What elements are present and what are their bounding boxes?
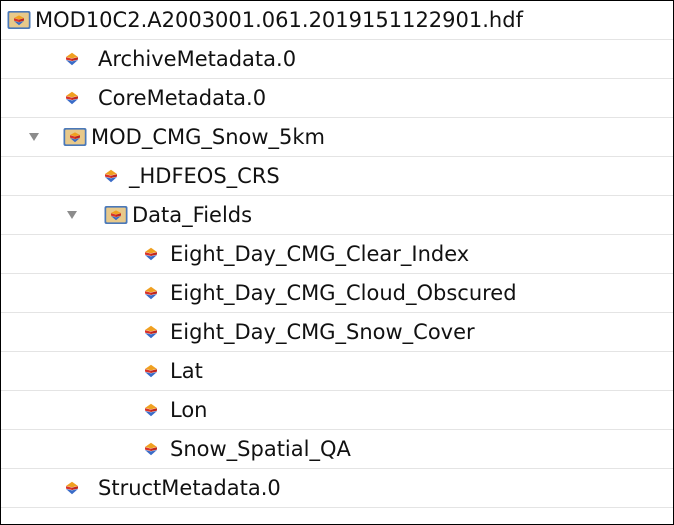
dataset-icon [144,286,158,300]
tree-row-label: Lat [170,359,203,383]
attribute-icon [65,91,79,105]
group-folder-icon [63,127,87,147]
attribute-icon [65,52,79,66]
tree-row-mod-cmg-snow-5km[interactable]: MOD_CMG_Snow_5km [1,118,673,157]
dataset-icon [144,442,158,456]
tree-row-struct-metadata[interactable]: StructMetadata.0 [1,469,673,508]
tree-row-lon[interactable]: Lon [1,391,673,430]
tree-row-data-fields[interactable]: Data_Fields [1,196,673,235]
group-folder-icon [104,205,128,225]
tree-row-hdfeos-crs[interactable]: _HDFEOS_CRS [1,157,673,196]
tree-row-label: Snow_Spatial_QA [170,437,351,461]
tree-row-root-file[interactable]: MOD10C2.A2003001.061.2019151122901.hdf [1,1,673,40]
dataset-icon [144,247,158,261]
tree-row-label: Eight_Day_CMG_Cloud_Obscured [170,281,517,305]
tree-row-label: MOD_CMG_Snow_5km [91,125,326,149]
hdf-file-group-icon [7,10,31,30]
disclosure-triangle-expanded-icon[interactable] [65,208,79,222]
tree-row-archive-metadata[interactable]: ArchiveMetadata.0 [1,40,673,79]
tree-row-snow-spatial-qa[interactable]: Snow_Spatial_QA [1,430,673,469]
tree-row-label: Eight_Day_CMG_Snow_Cover [170,320,475,344]
tree-row-label: ArchiveMetadata.0 [98,47,297,71]
tree-row-core-metadata[interactable]: CoreMetadata.0 [1,79,673,118]
dataset-icon [144,325,158,339]
tree-row-label: StructMetadata.0 [98,476,281,500]
tree-row-lat[interactable]: Lat [1,352,673,391]
disclosure-triangle-expanded-icon[interactable] [27,130,41,144]
tree-row-eight-day-cmg-snow-cover[interactable]: Eight_Day_CMG_Snow_Cover [1,313,673,352]
dataset-icon [144,364,158,378]
tree-row-eight-day-cmg-cloud-obscured[interactable]: Eight_Day_CMG_Cloud_Obscured [1,274,673,313]
hdf-tree-view: MOD10C2.A2003001.061.2019151122901.hdf A… [0,0,674,525]
tree-row-label: Data_Fields [132,203,253,227]
attribute-icon [65,481,79,495]
tree-row-eight-day-cmg-clear-index[interactable]: Eight_Day_CMG_Clear_Index [1,235,673,274]
attribute-icon [104,169,118,183]
dataset-icon [144,403,158,417]
tree-row-label: Eight_Day_CMG_Clear_Index [170,242,470,266]
tree-row-label: MOD10C2.A2003001.061.2019151122901.hdf [35,8,523,32]
tree-row-label: CoreMetadata.0 [98,86,267,110]
tree-row-label: _HDFEOS_CRS [129,164,280,188]
tree-row-label: Lon [170,398,208,422]
